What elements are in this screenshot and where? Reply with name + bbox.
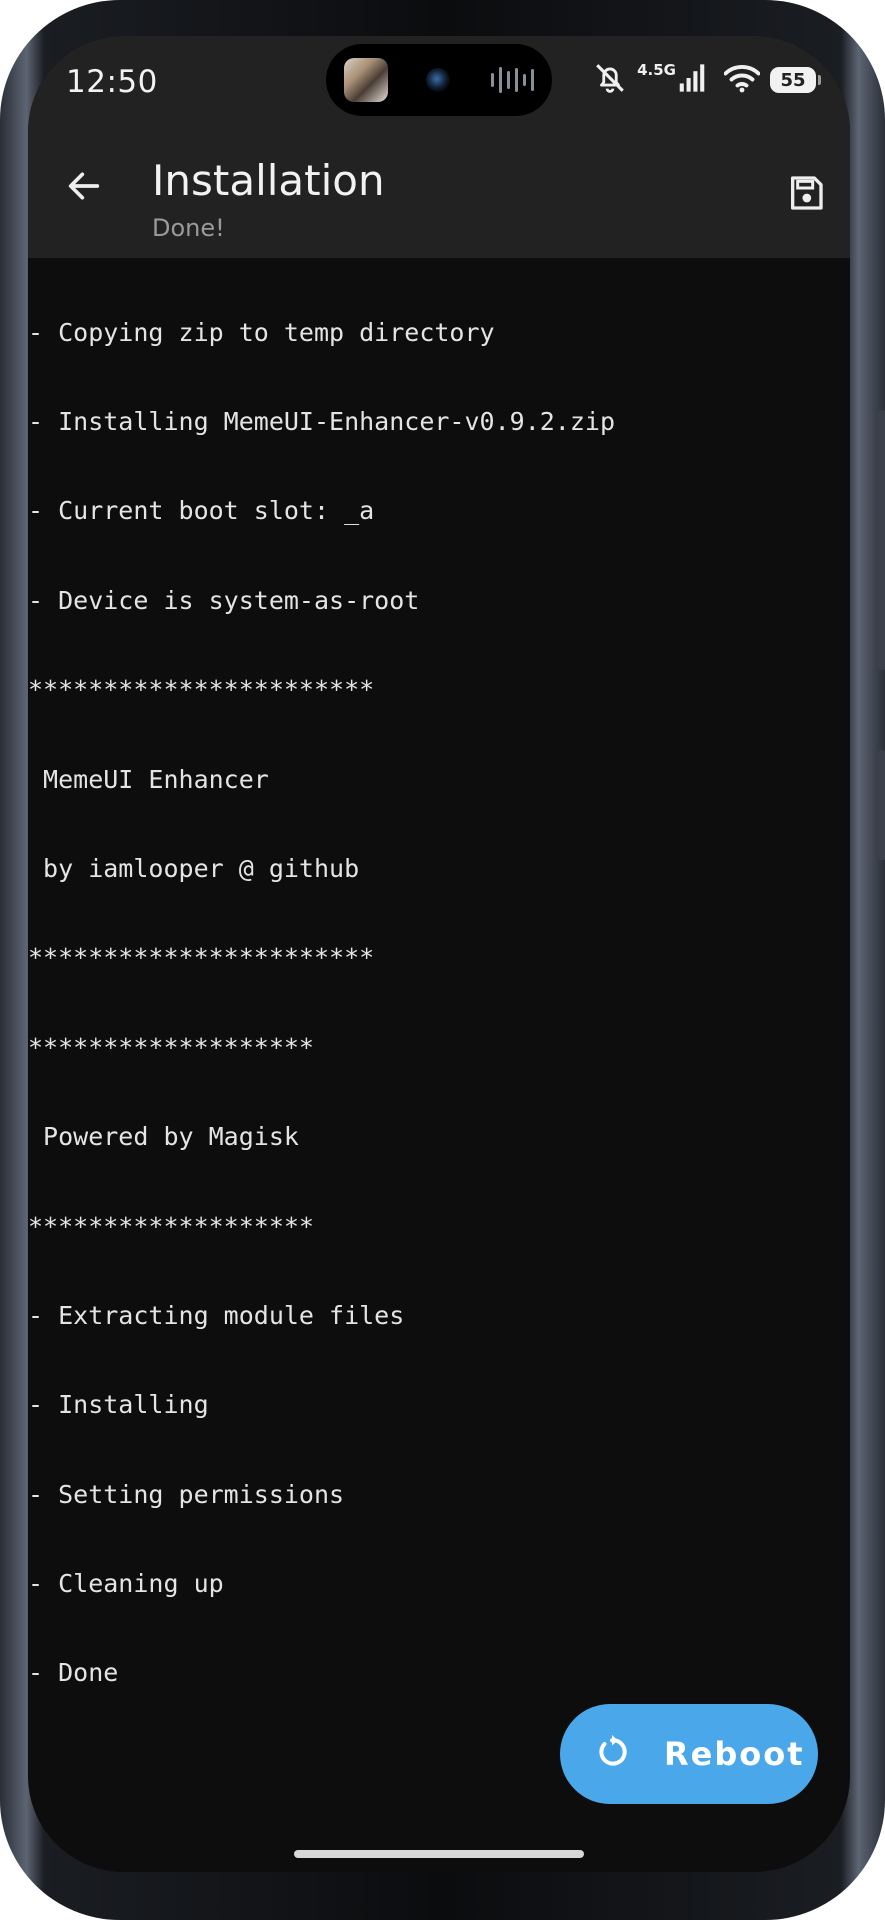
log-line: *********************** (28, 943, 375, 973)
status-time: 12:50 (66, 64, 158, 100)
save-icon (786, 173, 826, 217)
home-indicator[interactable] (294, 1850, 584, 1858)
media-thumbnail (344, 58, 388, 102)
log-line: - Done (28, 1658, 119, 1688)
log-line: ******************* (28, 1032, 314, 1062)
save-log-button[interactable] (784, 173, 828, 217)
log-line: - Setting permissions (28, 1479, 345, 1509)
log-line: *********************** (28, 675, 375, 705)
app-bar: Installation Done! (28, 128, 850, 258)
page-subtitle: Done! (152, 214, 225, 242)
log-line: - Installing MemeUI-Enhancer-v0.9.2.zip (28, 406, 615, 436)
log-line: ******************* (28, 1211, 314, 1241)
reboot-label: Reboot (664, 1735, 805, 1773)
log-line: - Copying zip to temp directory (28, 317, 495, 347)
arrow-back-icon (64, 166, 104, 210)
reboot-button[interactable]: Reboot (560, 1704, 818, 1804)
log-line: by iamlooper @ github (28, 853, 360, 883)
log-line: - Installing (28, 1390, 209, 1420)
dynamic-island[interactable] (326, 44, 552, 116)
front-camera (426, 68, 450, 92)
log-line: - Extracting module files (28, 1300, 405, 1330)
cellular-signal-icon (678, 63, 706, 97)
status-bar: 12:50 4.5G 55 (28, 36, 850, 128)
log-line: - Current boot slot: _a (28, 496, 375, 526)
install-log: - Copying zip to temp directory - Instal… (28, 258, 850, 1748)
phone-frame: 12:50 4.5G 55 Installation Done! - Copyi… (0, 0, 885, 1920)
log-line: - Cleaning up (28, 1569, 224, 1599)
bell-off-icon (593, 61, 627, 99)
log-line: MemeUI Enhancer (28, 764, 269, 794)
network-type: 4.5G (637, 61, 676, 79)
back-button[interactable] (54, 158, 114, 218)
audio-wave-icon (491, 66, 534, 94)
restart-icon (592, 1732, 632, 1776)
battery-icon: 55 (770, 67, 821, 93)
status-icons: 4.5G 55 (593, 60, 821, 100)
screen: 12:50 4.5G 55 Installation Done! - Copyi… (28, 36, 850, 1872)
volume-button (878, 410, 885, 670)
wifi-icon (723, 63, 761, 97)
page-title: Installation (152, 156, 385, 205)
log-line: - Device is system-as-root (28, 585, 420, 615)
power-button (878, 750, 885, 860)
log-line: Powered by Magisk (28, 1122, 299, 1152)
